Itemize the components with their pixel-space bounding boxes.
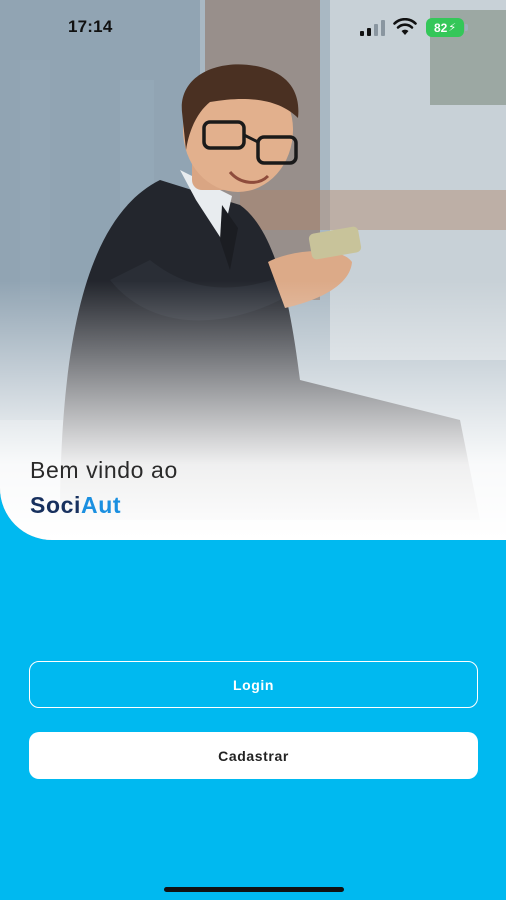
brand-name: SociAut	[30, 492, 178, 519]
home-indicator[interactable]	[164, 887, 344, 892]
status-time: 17:14	[68, 17, 113, 36]
status-bar: 17:14 82 ⚡	[0, 0, 506, 56]
battery-level: 82	[433, 20, 448, 35]
brand-name-part-1: Soci	[30, 492, 81, 518]
battery-tip	[465, 24, 468, 31]
welcome-text: Bem vindo ao	[30, 457, 178, 483]
charging-bolt-icon: ⚡	[448, 22, 457, 34]
cellular-signal-icon	[360, 20, 385, 36]
welcome-screen: 17:14 82 ⚡ Bem vindo ao SociAut Login Cad…	[0, 0, 506, 900]
battery-indicator: 82 ⚡	[426, 18, 464, 37]
wifi-icon	[393, 18, 417, 35]
login-button[interactable]: Login	[29, 661, 478, 708]
welcome-block: Bem vindo ao SociAut	[30, 457, 178, 519]
register-button[interactable]: Cadastrar	[29, 732, 478, 779]
brand-name-part-2: Aut	[80, 492, 122, 518]
